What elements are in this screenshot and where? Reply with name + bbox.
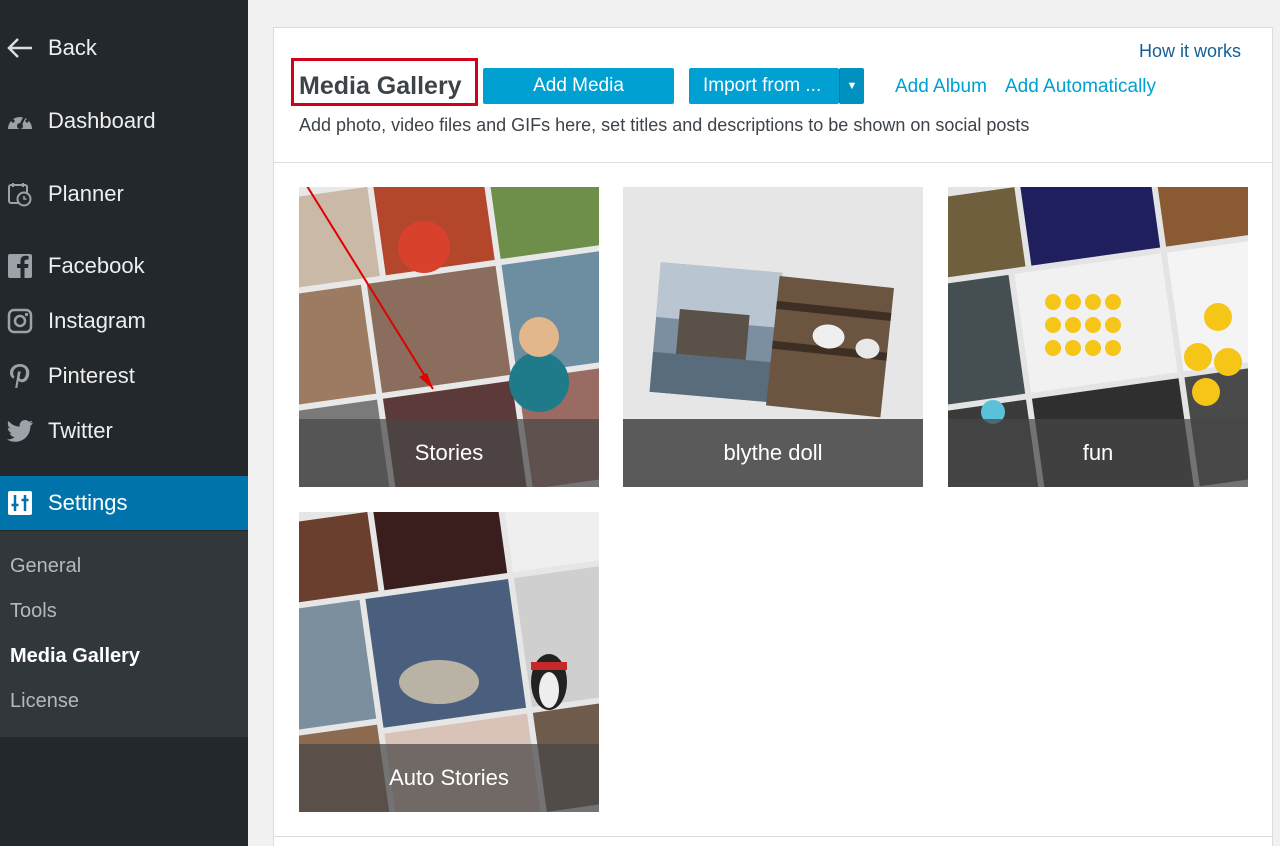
album-card-fun[interactable]: fun	[948, 187, 1248, 487]
sidebar-item-label: Twitter	[48, 418, 113, 443]
album-title: Stories	[299, 419, 599, 487]
sidebar-item-label: Facebook	[48, 253, 145, 278]
sidebar-item-label: Instagram	[48, 308, 146, 333]
pinterest-icon	[6, 362, 34, 390]
sidebar-item-label: Pinterest	[48, 363, 135, 388]
sidebar-item-label: Planner	[48, 181, 124, 206]
sidebar-item-pinterest[interactable]: Pinterest	[0, 349, 248, 403]
dashboard-icon	[6, 107, 34, 135]
sidebar-item-planner[interactable]: Planner	[0, 167, 248, 221]
add-album-link[interactable]: Add Album	[895, 76, 987, 98]
add-media-button[interactable]: Add Media	[483, 68, 674, 104]
sidebar-item-dashboard[interactable]: Dashboard	[0, 94, 248, 148]
page-title: Media Gallery	[299, 72, 462, 100]
footer-divider	[274, 836, 1272, 837]
admin-sidebar: Back Dashboard Planner Facebook Instagra…	[0, 0, 248, 846]
album-card-auto-stories[interactable]: Auto Stories	[299, 512, 599, 812]
submenu-item-media-gallery[interactable]: Media Gallery	[10, 645, 140, 668]
page-description: Add photo, video files and GIFs here, se…	[299, 115, 1030, 135]
header-divider	[274, 162, 1272, 163]
sidebar-item-instagram[interactable]: Instagram	[0, 294, 248, 348]
settings-icon	[6, 489, 34, 517]
sidebar-item-label: Settings	[48, 490, 128, 515]
facebook-icon	[6, 252, 34, 280]
sidebar-item-settings[interactable]: Settings	[0, 476, 248, 530]
album-title: Auto Stories	[299, 744, 599, 812]
how-it-works-link[interactable]: How it works	[1139, 41, 1241, 62]
album-card-blythe-doll[interactable]: blythe doll	[623, 187, 923, 487]
submenu-item-tools[interactable]: Tools	[10, 600, 57, 623]
import-dropdown-toggle[interactable]: ▼	[839, 68, 864, 104]
arrow-left-icon	[6, 34, 34, 62]
sidebar-item-label: Back	[48, 35, 97, 60]
settings-submenu: General Tools Media Gallery License	[0, 531, 248, 737]
calendar-clock-icon	[6, 180, 34, 208]
album-title: blythe doll	[623, 419, 923, 487]
submenu-item-license[interactable]: License	[10, 690, 79, 713]
twitter-icon	[6, 417, 34, 445]
instagram-icon	[6, 307, 34, 335]
album-card-stories[interactable]: Stories	[299, 187, 599, 487]
sidebar-item-twitter[interactable]: Twitter	[0, 404, 248, 458]
album-title: fun	[948, 419, 1248, 487]
sidebar-item-facebook[interactable]: Facebook	[0, 239, 248, 293]
submenu-item-general[interactable]: General	[10, 555, 81, 578]
sidebar-item-back[interactable]: Back	[0, 21, 248, 75]
caret-down-icon: ▼	[846, 80, 858, 92]
add-automatically-link[interactable]: Add Automatically	[1005, 76, 1156, 98]
sidebar-item-label: Dashboard	[48, 108, 156, 133]
media-gallery-panel: How it works Media Gallery Add Media Imp…	[273, 27, 1273, 846]
import-from-button[interactable]: Import from ...	[689, 68, 839, 104]
